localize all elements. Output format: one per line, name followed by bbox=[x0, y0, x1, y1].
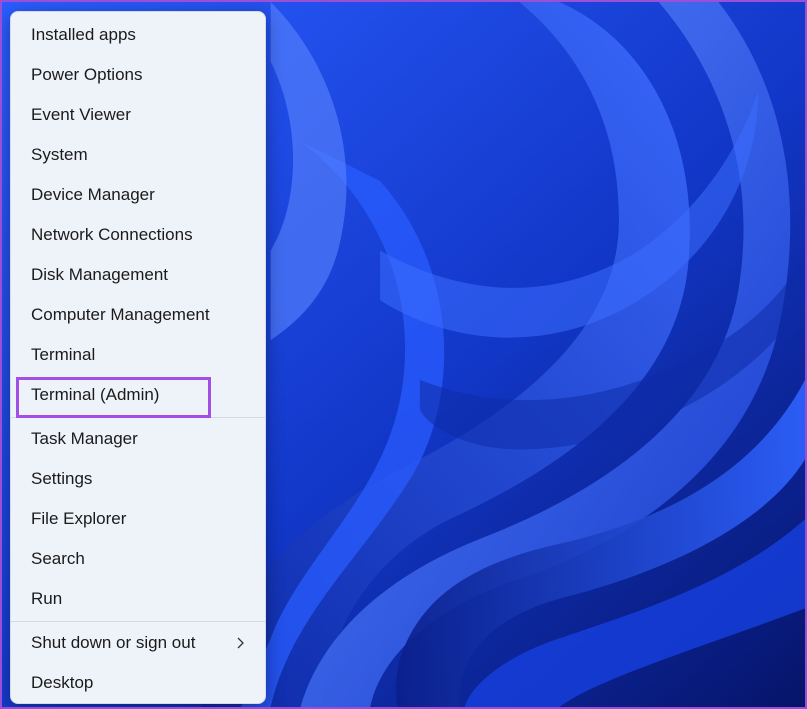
menu-item-installed-apps[interactable]: Installed apps bbox=[17, 17, 259, 53]
menu-item-event-viewer[interactable]: Event Viewer bbox=[17, 97, 259, 133]
menu-item-label: Shut down or sign out bbox=[31, 633, 196, 652]
menu-item-label: Power Options bbox=[31, 65, 143, 84]
highlight-box bbox=[16, 377, 211, 418]
menu-item-desktop[interactable]: Desktop bbox=[17, 665, 259, 701]
menu-separator bbox=[11, 621, 265, 622]
menu-item-label: Terminal bbox=[31, 345, 96, 364]
menu-item-task-manager[interactable]: Task Manager bbox=[17, 421, 259, 457]
menu-item-settings[interactable]: Settings bbox=[17, 461, 259, 497]
chevron-right-icon bbox=[237, 637, 244, 649]
menu-item-label: Event Viewer bbox=[31, 105, 131, 124]
menu-item-label: Task Manager bbox=[31, 429, 138, 448]
menu-item-label: Run bbox=[31, 589, 63, 608]
menu-item-label: Network Connections bbox=[31, 225, 193, 244]
menu-item-computer-management[interactable]: Computer Management bbox=[17, 297, 259, 333]
menu-item-run[interactable]: Run bbox=[17, 581, 259, 617]
menu-item-system[interactable]: System bbox=[17, 137, 259, 173]
desktop-screen: Installed apps Power Options Event Viewe… bbox=[0, 0, 807, 709]
quick-link-menu: Installed apps Power Options Event Viewe… bbox=[10, 11, 266, 704]
menu-item-search[interactable]: Search bbox=[17, 541, 259, 577]
menu-item-terminal[interactable]: Terminal bbox=[17, 337, 259, 373]
menu-item-network-connections[interactable]: Network Connections bbox=[17, 217, 259, 253]
menu-item-file-explorer[interactable]: File Explorer bbox=[17, 501, 259, 537]
menu-item-disk-management[interactable]: Disk Management bbox=[17, 257, 259, 293]
menu-item-power-options[interactable]: Power Options bbox=[17, 57, 259, 93]
menu-item-label: Device Manager bbox=[31, 185, 155, 204]
menu-item-label: Desktop bbox=[31, 673, 94, 692]
menu-item-label: System bbox=[31, 145, 88, 164]
menu-item-device-manager[interactable]: Device Manager bbox=[17, 177, 259, 213]
menu-item-label: Installed apps bbox=[31, 25, 136, 44]
menu-item-shut-down-or-sign-out[interactable]: Shut down or sign out bbox=[17, 625, 259, 661]
menu-item-label: Computer Management bbox=[31, 305, 210, 324]
menu-item-label: Settings bbox=[31, 469, 93, 488]
menu-item-label: Search bbox=[31, 549, 85, 568]
menu-item-label: File Explorer bbox=[31, 509, 127, 528]
menu-item-label: Disk Management bbox=[31, 265, 169, 284]
